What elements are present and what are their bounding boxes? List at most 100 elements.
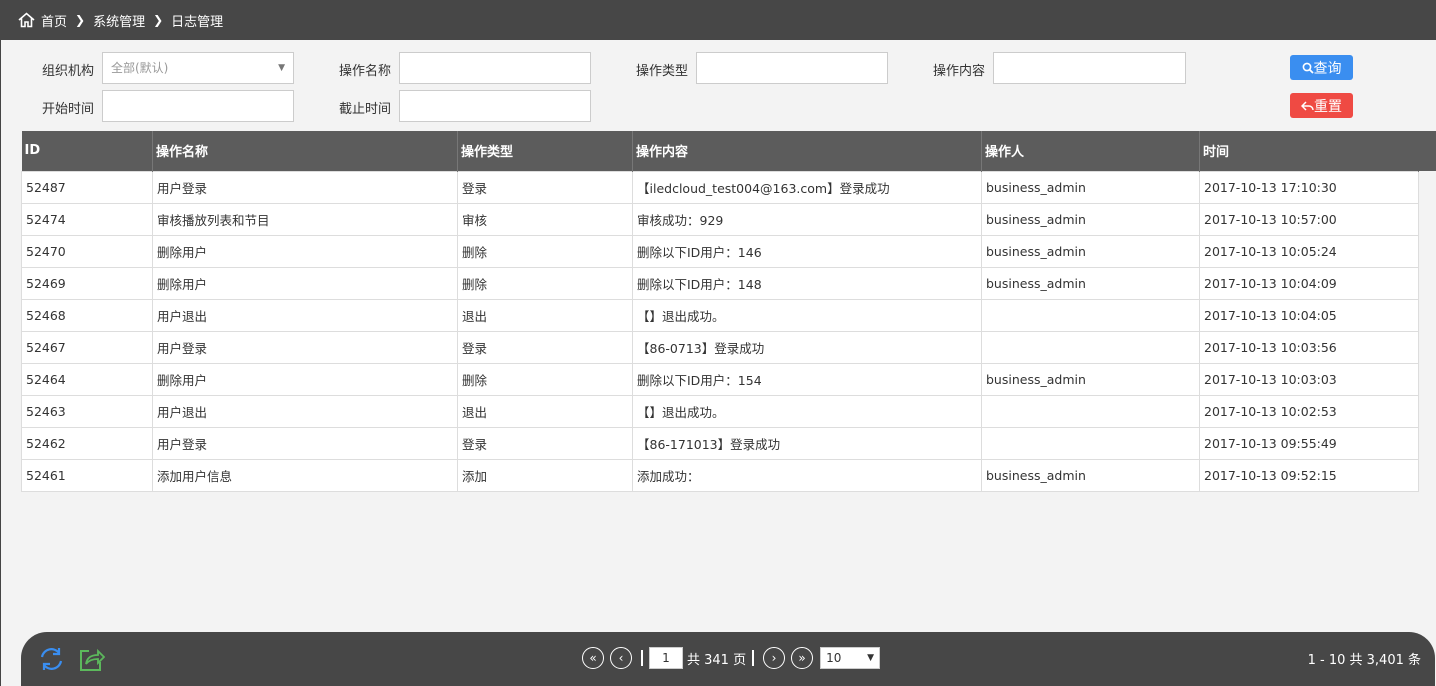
cell-id: 52469	[21, 266, 153, 300]
cell-time: 2017-10-13 10:03:56	[1199, 330, 1419, 364]
org-label: 组织机构	[42, 64, 95, 79]
start-time-input[interactable]	[102, 90, 294, 122]
table-row[interactable]: 52463 用户退出 退出 【】退出成功。 2017-10-13 10:02:5…	[21, 394, 1419, 428]
page-size-value: 10	[826, 651, 842, 665]
reset-label: 重置	[1314, 98, 1342, 115]
cell-id: 52487	[21, 170, 153, 204]
cell-op-content: 【86-171013】登录成功	[632, 426, 982, 460]
cell-op-type: 登录	[457, 426, 633, 460]
cell-op-type: 退出	[457, 394, 633, 428]
cell-time: 2017-10-13 09:52:15	[1199, 458, 1419, 492]
op-content-label: 操作内容	[933, 64, 986, 79]
table-header-filler	[1418, 131, 1436, 171]
table-row[interactable]: 52468 用户退出 退出 【】退出成功。 2017-10-13 10:04:0…	[21, 298, 1419, 332]
cell-time: 2017-10-13 10:05:24	[1199, 234, 1419, 268]
table-row[interactable]: 52462 用户登录 登录 【86-171013】登录成功 2017-10-13…	[21, 426, 1419, 460]
page-size-select[interactable]: 10 ▼	[820, 647, 881, 669]
cell-op-name: 用户退出	[152, 298, 458, 332]
table-row[interactable]: 52464 删除用户 删除 删除以下ID用户：154 business_admi…	[21, 362, 1419, 396]
cell-op-content: 添加成功：	[632, 458, 982, 492]
col-header-op-name[interactable]: 操作名称	[152, 131, 458, 171]
table-row[interactable]: 52474 审核播放列表和节目 审核 审核成功：929 business_adm…	[21, 202, 1419, 236]
cell-operator: business_admin	[981, 234, 1200, 268]
cell-op-content: 【】退出成功。	[632, 394, 982, 428]
separator	[641, 650, 643, 666]
query-label: 查询	[1313, 60, 1342, 77]
cell-id: 52463	[21, 394, 153, 428]
org-select[interactable]: 全部(默认) ▼	[102, 52, 294, 84]
cell-time: 2017-10-13 09:55:49	[1199, 426, 1419, 460]
cell-op-name: 添加用户信息	[152, 458, 458, 492]
dropdown-arrow-icon: ▼	[867, 653, 875, 663]
page-number-input[interactable]: 1	[649, 647, 683, 669]
table-row[interactable]: 52461 添加用户信息 添加 添加成功： business_admin 201…	[21, 458, 1419, 492]
dropdown-arrow-icon: ▼	[278, 63, 285, 73]
left-edge	[0, 40, 1, 686]
cell-op-type: 添加	[457, 458, 633, 492]
cell-time: 2017-10-13 17:10:30	[1199, 170, 1419, 204]
op-name-label: 操作名称	[339, 64, 392, 79]
cell-op-content: 审核成功：929	[632, 202, 982, 236]
cell-id: 52464	[21, 362, 153, 396]
col-header-time[interactable]: 时间	[1199, 131, 1419, 171]
cell-op-name: 用户登录	[152, 426, 458, 460]
breadcrumb-home[interactable]: 首页	[41, 11, 67, 30]
cell-id: 52462	[21, 426, 153, 460]
col-header-operator[interactable]: 操作人	[981, 131, 1200, 171]
next-page-button[interactable]: ›	[763, 647, 786, 669]
cell-op-name: 审核播放列表和节目	[152, 202, 458, 236]
end-time-input[interactable]	[399, 90, 591, 122]
cell-id: 52468	[21, 298, 153, 332]
breadcrumb-system[interactable]: 系统管理	[93, 11, 145, 30]
cell-operator	[981, 330, 1200, 364]
cell-op-type: 删除	[457, 266, 633, 300]
table-row[interactable]: 52487 用户登录 登录 【iledcloud_test004@163.com…	[21, 170, 1419, 204]
cell-time: 2017-10-13 10:02:53	[1199, 394, 1419, 428]
op-type-label: 操作类型	[636, 64, 689, 79]
home-icon[interactable]	[18, 12, 35, 28]
col-header-op-content[interactable]: 操作内容	[632, 131, 982, 171]
cell-op-type: 登录	[457, 170, 633, 204]
cell-op-name: 用户退出	[152, 394, 458, 428]
cell-operator: business_admin	[981, 266, 1200, 300]
cell-op-name: 用户登录	[152, 170, 458, 204]
col-header-op-type[interactable]: 操作类型	[457, 131, 633, 171]
chevron-right-icon: ❯	[75, 13, 86, 27]
export-icon[interactable]	[79, 646, 106, 676]
first-page-button[interactable]: «	[582, 647, 604, 669]
prev-page-button[interactable]: ‹	[610, 647, 632, 669]
chevron-right-icon: ❯	[153, 13, 164, 27]
cell-id: 52474	[21, 202, 153, 236]
op-content-input[interactable]	[993, 52, 1186, 84]
search-icon	[1302, 62, 1314, 74]
table-row[interactable]: 52467 用户登录 登录 【86-0713】登录成功 2017-10-13 1…	[21, 330, 1419, 364]
total-pages-text: 共 341 页	[687, 652, 747, 668]
table-row[interactable]: 52469 删除用户 删除 删除以下ID用户：148 business_admi…	[21, 266, 1419, 300]
cell-op-type: 退出	[457, 298, 633, 332]
cell-time: 2017-10-13 10:03:03	[1199, 362, 1419, 396]
cell-operator: business_admin	[981, 170, 1200, 204]
log-table: ID 操作名称 操作类型 操作内容 操作人 时间 52487 用户登录 登录 【…	[21, 131, 1436, 492]
last-page-button[interactable]: »	[791, 647, 814, 669]
query-button[interactable]: 查询	[1290, 55, 1353, 80]
cell-time: 2017-10-13 10:04:05	[1199, 298, 1419, 332]
cell-time: 2017-10-13 10:04:09	[1199, 266, 1419, 300]
cell-id: 52467	[21, 330, 153, 364]
breadcrumb-log: 日志管理	[171, 14, 224, 30]
reset-button[interactable]: 重置	[1290, 93, 1353, 118]
col-header-id[interactable]: ID	[21, 131, 153, 171]
op-name-input[interactable]	[399, 52, 591, 84]
op-type-input[interactable]	[696, 52, 888, 84]
cell-operator: business_admin	[981, 362, 1200, 396]
cell-op-type: 审核	[457, 202, 633, 236]
cell-id: 52461	[21, 458, 153, 492]
filter-panel: 组织机构 全部(默认) ▼ 操作名称 操作类型 操作内容 开始时间 截止时间	[0, 40, 1436, 130]
reply-icon	[1301, 100, 1314, 111]
cell-op-content: 【】退出成功。	[632, 298, 982, 332]
refresh-icon[interactable]	[38, 646, 65, 676]
cell-op-type: 删除	[457, 362, 633, 396]
table-header-row: ID 操作名称 操作类型 操作内容 操作人 时间	[21, 131, 1419, 171]
table-row[interactable]: 52470 删除用户 删除 删除以下ID用户：146 business_admi…	[21, 234, 1419, 268]
record-summary: 1 - 10 共 3,401 条	[1307, 653, 1421, 668]
cell-op-name: 用户登录	[152, 330, 458, 364]
